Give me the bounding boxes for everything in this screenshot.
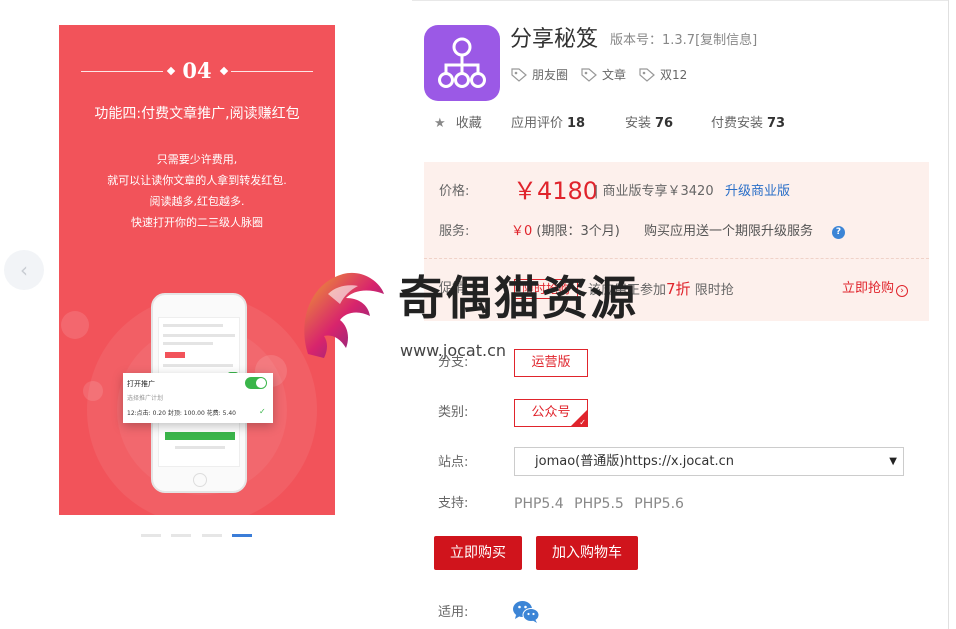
screen-line bbox=[163, 364, 233, 367]
service-description: 购买应用送一个期限升级服务 bbox=[644, 224, 814, 239]
rating-stat[interactable]: 应用评价 18 bbox=[511, 115, 585, 133]
watermark-logo bbox=[288, 264, 388, 364]
branch-option[interactable]: 运营版 bbox=[514, 349, 588, 377]
app-version[interactable]: 版本号：1.3.7[复制信息] bbox=[610, 32, 757, 50]
question-icon[interactable]: ? bbox=[832, 226, 845, 239]
description-line: 就可以让读你文章的人拿到转发红包. bbox=[107, 174, 287, 187]
promo-popup: 打开推广 选择推广计划 12:点击: 0.20 封顶: 100.00 花费: 5… bbox=[123, 373, 273, 423]
caret-down-icon: ▼ bbox=[889, 456, 897, 467]
category-label: 类别: bbox=[438, 405, 469, 420]
wechat-icon bbox=[512, 600, 540, 624]
upgrade-business-link[interactable]: 升级商业版 bbox=[725, 183, 790, 201]
tag-label: 朋友圈 bbox=[532, 68, 569, 82]
category-option-label: 公众号 bbox=[531, 405, 571, 420]
toggle-switch bbox=[245, 377, 267, 389]
site-select-value: jomao(普通版)https://x.jocat.cn bbox=[535, 454, 735, 469]
pagination-dot[interactable] bbox=[171, 534, 191, 537]
support-label: 支持: bbox=[438, 496, 469, 511]
pagination-dot[interactable] bbox=[141, 534, 161, 537]
popup-title: 打开推广 bbox=[127, 380, 155, 388]
app-icon bbox=[424, 25, 500, 101]
screen-button bbox=[165, 432, 235, 440]
divider-line bbox=[231, 71, 313, 72]
category-option[interactable]: 公众号 ✓ bbox=[514, 399, 588, 427]
popup-subtitle: 选择推广计划 bbox=[127, 395, 164, 402]
dashed-divider bbox=[424, 258, 929, 259]
feature-title: 功能四:付费文章推广,阅读赚红包 bbox=[94, 106, 300, 122]
divider-line bbox=[81, 71, 163, 72]
tag-icon bbox=[581, 68, 597, 82]
chevron-right-icon: › bbox=[896, 285, 909, 297]
buy-now-button[interactable]: 立即购买 bbox=[434, 536, 522, 570]
slide-number: 04 bbox=[182, 58, 212, 83]
chevron-left-icon[interactable]: ‹ bbox=[4, 250, 44, 290]
screen-line bbox=[163, 324, 223, 327]
slide-number-row: 04 bbox=[59, 59, 335, 83]
screen-line bbox=[163, 342, 213, 345]
check-icon: ✓ bbox=[579, 418, 586, 427]
star-icon: ★ bbox=[434, 116, 446, 131]
price-label: 价格: bbox=[439, 184, 470, 199]
install-stat: 安装 76 bbox=[625, 115, 673, 133]
description-line: 阅读越多,红包越多. bbox=[149, 195, 245, 208]
diamond-icon bbox=[219, 66, 229, 76]
install-count: 76 bbox=[655, 116, 674, 131]
description-line: 只需要少许费用, bbox=[156, 153, 238, 166]
promo-discount: 7折 bbox=[666, 280, 691, 298]
header-divider bbox=[412, 0, 956, 1]
site-select[interactable]: jomao(普通版)https://x.jocat.cn ▼ bbox=[514, 447, 904, 476]
pagination-dot[interactable] bbox=[202, 534, 222, 537]
service-label: 服务: bbox=[439, 224, 470, 239]
app-detail-page: ‹ 04 功能四:付费文章推广,阅读赚红包 只需要少许费用, 就可以让读你文章的… bbox=[0, 0, 956, 629]
promo-text-after: 限时抢 bbox=[694, 283, 734, 298]
site-label: 站点: bbox=[438, 455, 469, 470]
price-value: ￥4180 bbox=[513, 177, 599, 205]
watermark-text: 奇偶猫资源 bbox=[398, 271, 638, 325]
business-price-note: | 商业版专享￥3420 bbox=[594, 184, 714, 199]
description-line: 快速打开你的二三级人脉圈 bbox=[131, 216, 263, 229]
screen-line bbox=[175, 446, 225, 449]
screen-tag bbox=[165, 352, 185, 358]
favorite-label: 收藏 bbox=[455, 116, 482, 131]
paid-install-label: 付费安装 bbox=[711, 116, 764, 131]
rating-count: 18 bbox=[567, 116, 586, 131]
popup-detail: 12:点击: 0.20 封顶: 100.00 花费: 5.40 bbox=[127, 410, 236, 417]
decorative-bubble bbox=[61, 311, 89, 339]
service-value: ￥0 (期限：3个月) bbox=[511, 223, 620, 241]
install-label: 安装 bbox=[625, 116, 652, 131]
applies-label: 适用: bbox=[438, 605, 469, 620]
feature-description: 只需要少许费用, 就可以让读你文章的人拿到转发红包. 阅读越多,红包越多. 快速… bbox=[59, 149, 335, 233]
pagination-dot-active[interactable] bbox=[232, 534, 252, 537]
service-price: ￥0 bbox=[511, 224, 533, 239]
tag-label: 文章 bbox=[602, 68, 627, 82]
support-values: PHP5.4 PHP5.5 PHP5.6 bbox=[514, 496, 684, 512]
screen-line bbox=[163, 334, 235, 337]
gallery-pagination bbox=[141, 534, 253, 538]
branch-option-label: 运营版 bbox=[531, 355, 571, 370]
rating-label: 应用评价 bbox=[511, 116, 564, 131]
page-scrollbar[interactable] bbox=[948, 0, 956, 629]
tag-icon bbox=[511, 68, 527, 82]
flash-buy-link[interactable]: 立即抢购 › bbox=[842, 280, 909, 298]
watermark-url: www.jocat.cn bbox=[400, 341, 507, 360]
service-period: (期限：3个月) bbox=[536, 224, 620, 239]
paid-install-stat: 付费安装 73 bbox=[711, 115, 785, 133]
decorative-bubble bbox=[83, 381, 103, 401]
check-icon: ✓ bbox=[259, 407, 266, 416]
tag-icon bbox=[639, 68, 655, 82]
flash-buy-label: 立即抢购 bbox=[842, 281, 895, 296]
add-to-cart-button[interactable]: 加入购物车 bbox=[536, 536, 638, 570]
tag-label: 双12 bbox=[660, 68, 688, 82]
home-button bbox=[193, 473, 207, 487]
paid-install-count: 73 bbox=[767, 116, 786, 131]
share-network-icon bbox=[438, 37, 486, 88]
app-name: 分享秘笈 bbox=[510, 27, 599, 52]
favorite-button[interactable]: ★ 收藏 bbox=[434, 115, 482, 133]
